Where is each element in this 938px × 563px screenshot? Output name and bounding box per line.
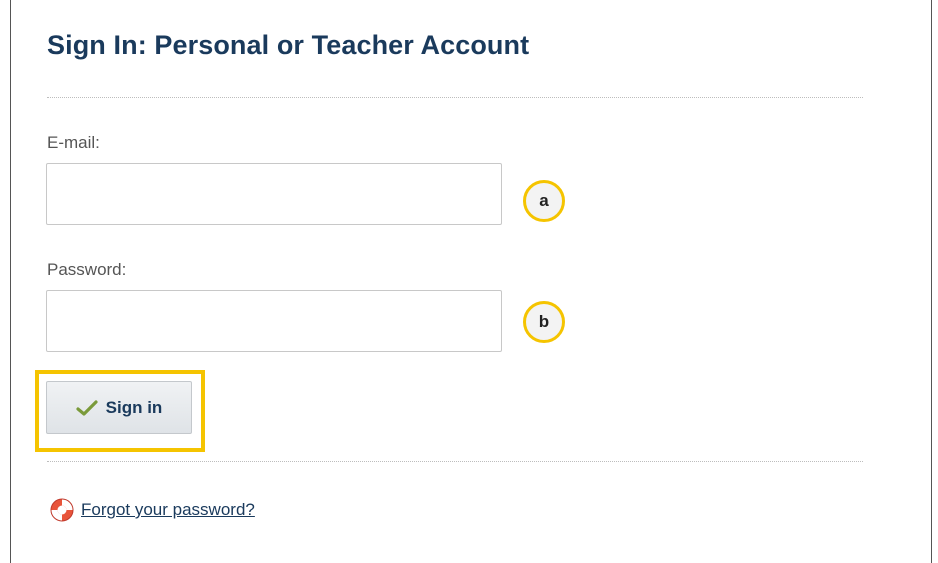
password-field[interactable] (46, 290, 502, 352)
sign-in-label: Sign in (105, 397, 163, 417)
forgot-password-row: Forgot your password? (49, 497, 255, 523)
check-icon (76, 399, 98, 416)
email-field[interactable] (46, 163, 502, 225)
sign-in-panel: Sign In: Personal or Teacher Account E-m… (10, 0, 932, 563)
email-label: E-mail: (47, 133, 100, 152)
password-label: Password: (47, 260, 127, 279)
footer-divider (47, 461, 863, 462)
sign-in-button[interactable]: Sign in (46, 381, 192, 434)
forgot-password-link[interactable]: Forgot your password? (81, 500, 255, 520)
page-title: Sign In: Personal or Teacher Account (47, 30, 530, 60)
annotation-marker-b: b (523, 301, 565, 343)
annotation-marker-a: a (523, 180, 565, 222)
lifebuoy-icon (50, 498, 74, 522)
title-divider (47, 97, 863, 98)
